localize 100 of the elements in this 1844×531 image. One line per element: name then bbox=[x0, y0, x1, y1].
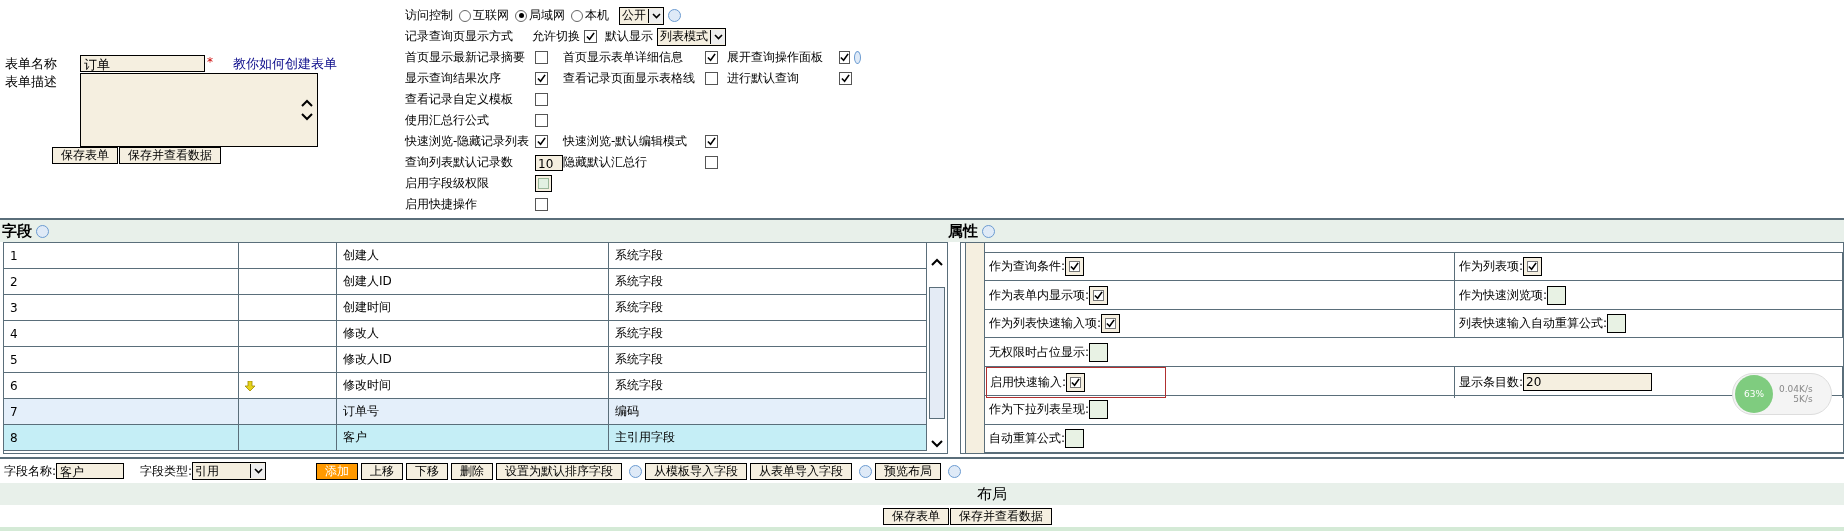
checkbox[interactable] bbox=[1607, 314, 1627, 334]
table-cell: 创建人ID bbox=[337, 269, 609, 294]
record-count-field[interactable]: 10 bbox=[535, 154, 563, 171]
option-label: 首页显示表单详细信息 bbox=[563, 49, 684, 66]
checkbox[interactable] bbox=[535, 198, 548, 211]
table-cell: 5 bbox=[4, 347, 239, 372]
caret-icon bbox=[710, 29, 725, 44]
checkbox[interactable] bbox=[705, 135, 718, 148]
checkbox[interactable] bbox=[535, 135, 548, 148]
toolbar-button[interactable]: 从模板导入字段 bbox=[645, 462, 748, 480]
toolbar-button[interactable]: 上移 bbox=[361, 462, 404, 480]
checkbox[interactable] bbox=[705, 156, 718, 169]
toolbar-button[interactable]: 预览布局 bbox=[875, 462, 942, 480]
access-select[interactable]: 公开 bbox=[619, 6, 664, 25]
save-button[interactable]: 保存并查看数据 bbox=[119, 147, 221, 164]
property-label: 列表快速输入自动重算公式: bbox=[1459, 315, 1608, 333]
field-row[interactable]: 6 修改时间 系统字段 bbox=[4, 373, 927, 399]
check-icon bbox=[841, 74, 850, 83]
chevron-down-icon[interactable] bbox=[301, 113, 313, 121]
checkbox[interactable] bbox=[535, 72, 548, 85]
checkbox[interactable] bbox=[705, 51, 718, 64]
help-icon[interactable] bbox=[668, 9, 681, 22]
chevron-up-icon[interactable] bbox=[931, 258, 943, 266]
table-cell: 创建人 bbox=[337, 243, 609, 268]
property-label: 启用快速输入: bbox=[990, 373, 1067, 391]
fields-title: 字段 bbox=[2, 221, 32, 242]
check-icon bbox=[1071, 377, 1081, 387]
checkbox[interactable] bbox=[1547, 285, 1567, 305]
form-name-field[interactable]: 订单 bbox=[80, 55, 205, 72]
property-label: 作为列表项: bbox=[1459, 258, 1524, 276]
table-cell: 创建时间 bbox=[337, 295, 609, 320]
option-label: 展开查询操作面板 bbox=[727, 49, 824, 66]
help-icon[interactable] bbox=[859, 464, 873, 478]
scrollbar-thumb[interactable] bbox=[929, 287, 945, 419]
field-row[interactable]: 3 创建时间 系统字段 bbox=[4, 295, 927, 321]
usage-percent: 63% bbox=[1735, 375, 1773, 413]
field-row[interactable]: 5 修改人ID 系统字段 bbox=[4, 347, 927, 373]
checkbox[interactable] bbox=[1066, 372, 1086, 392]
checkbox[interactable] bbox=[839, 72, 852, 85]
toolbar-button[interactable]: 从表单导入字段 bbox=[750, 462, 853, 480]
checkbox[interactable] bbox=[1101, 314, 1121, 334]
checkbox[interactable] bbox=[535, 93, 548, 106]
check-icon bbox=[1094, 290, 1104, 300]
upload-speed: 0.04K/s bbox=[1779, 384, 1813, 394]
option-label: 快速浏览-隐藏记录列表 bbox=[405, 133, 531, 150]
field-row[interactable]: 2 创建人ID 系统字段 bbox=[4, 269, 927, 295]
table-cell: 7 bbox=[4, 399, 239, 424]
default-display-select[interactable]: 列表模式 bbox=[657, 27, 726, 46]
checkbox[interactable] bbox=[535, 114, 548, 127]
check-icon bbox=[586, 32, 595, 41]
form-description-field[interactable] bbox=[80, 73, 318, 147]
checkbox[interactable] bbox=[705, 72, 718, 85]
radio-label: 局域网 bbox=[529, 7, 565, 24]
checkbox[interactable] bbox=[839, 51, 850, 64]
save-button[interactable]: 保存表单 bbox=[882, 507, 949, 525]
chevron-down-icon[interactable] bbox=[931, 440, 943, 448]
field-name-field[interactable]: 客户 bbox=[56, 463, 125, 479]
chevron-up-icon[interactable] bbox=[301, 99, 313, 107]
field-type-select[interactable]: 引用 bbox=[192, 462, 267, 480]
checkbox[interactable] bbox=[535, 175, 552, 192]
save-button[interactable]: 保存并查看数据 bbox=[949, 507, 1052, 525]
table-cell: 修改人 bbox=[337, 321, 609, 346]
help-link[interactable]: 教你如何创建表单 bbox=[233, 55, 337, 73]
check-icon bbox=[840, 53, 849, 62]
caret-icon bbox=[250, 464, 266, 478]
check-icon bbox=[707, 137, 716, 146]
layout-title: 布局 bbox=[976, 484, 1007, 504]
table-cell: 2 bbox=[4, 269, 239, 294]
field-row[interactable]: 7 订单号 编码 bbox=[4, 399, 927, 425]
property-label: 无权限时占位显示: bbox=[989, 343, 1090, 361]
option-label: 查看记录自定义模板 bbox=[405, 91, 514, 108]
item-count-field[interactable]: 20 bbox=[1523, 373, 1653, 392]
checkbox[interactable] bbox=[1065, 257, 1085, 277]
checkbox[interactable] bbox=[584, 30, 597, 43]
required-mark: * bbox=[207, 55, 213, 69]
help-icon[interactable] bbox=[629, 464, 643, 478]
save-button[interactable]: 保存表单 bbox=[52, 147, 118, 164]
field-row[interactable]: 8 客户 主引用字段 bbox=[4, 425, 927, 451]
checkbox[interactable] bbox=[1089, 285, 1109, 305]
checkbox[interactable] bbox=[535, 51, 548, 64]
toolbar-button[interactable]: 下移 bbox=[406, 462, 449, 480]
field-row[interactable]: 1 创建人 系统字段 bbox=[4, 243, 927, 269]
display-mode-label: 记录查询页显示方式 bbox=[405, 28, 514, 45]
checkbox[interactable] bbox=[1089, 400, 1109, 420]
property-label: 自动重算公式: bbox=[989, 429, 1066, 447]
check-icon bbox=[707, 53, 716, 62]
option-label: 启用字段级权限 bbox=[405, 175, 490, 192]
field-type-label: 字段类型: bbox=[140, 462, 193, 480]
checkbox[interactable] bbox=[1523, 257, 1543, 277]
checkbox[interactable] bbox=[1089, 342, 1109, 362]
help-icon[interactable] bbox=[948, 464, 962, 478]
checkbox[interactable] bbox=[1065, 428, 1085, 448]
option-label: 隐藏默认汇总行 bbox=[563, 154, 648, 171]
field-row[interactable]: 4 修改人 系统字段 bbox=[4, 321, 927, 347]
toolbar-button[interactable]: 删除 bbox=[451, 462, 494, 480]
property-label: 作为查询条件: bbox=[989, 258, 1066, 276]
access-control-label: 访问控制 bbox=[405, 7, 453, 24]
toolbar-button[interactable]: 设置为默认排序字段 bbox=[496, 462, 623, 480]
table-cell: 修改时间 bbox=[337, 373, 609, 398]
table-cell: 1 bbox=[4, 243, 239, 268]
